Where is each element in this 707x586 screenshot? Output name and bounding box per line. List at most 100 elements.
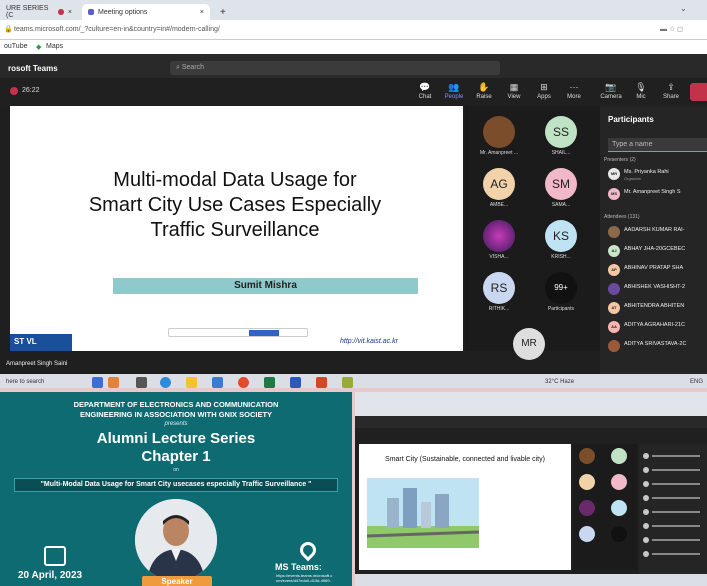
camera-button[interactable]: 📷 Camera: [597, 82, 625, 100]
folder-icon[interactable]: [186, 377, 197, 388]
presenters-section-label[interactable]: Presenters (2): [604, 157, 636, 163]
overflow-count: 99+: [545, 272, 577, 304]
word-icon[interactable]: [290, 377, 301, 388]
tab-lecture-series[interactable]: URE SERIES (C ×: [0, 4, 78, 20]
raise-hand-button[interactable]: ✋ Raise: [470, 82, 498, 100]
avatar: [483, 220, 515, 252]
teams-meeting-screenshot: URE SERIES (C × Meeting options × + ⌄ 🔒 …: [0, 0, 707, 388]
apps-button[interactable]: ⊞ Apps: [530, 82, 558, 100]
participant-name: ABHAY JHA-20GCEBEC: [624, 246, 686, 252]
windows-taskbar: [355, 574, 707, 586]
weather-widget[interactable]: 32°C Haze: [545, 379, 574, 385]
edge-icon[interactable]: [160, 377, 171, 388]
bookmark-youtube[interactable]: ouTube: [4, 43, 27, 50]
chapter-title: Chapter 1: [141, 448, 211, 465]
avatar: [611, 448, 627, 464]
participant-row[interactable]: MS Mr. Amanpreet Singh S: [604, 186, 707, 202]
mic-button[interactable]: 🎙 Mic: [627, 82, 655, 100]
avatar: [611, 526, 627, 542]
participant-row[interactable]: [643, 466, 703, 474]
shared-slide: Smart City (Sustainable, connected and l…: [359, 444, 571, 570]
tab-meeting-options[interactable]: Meeting options ×: [82, 4, 210, 20]
participant-row[interactable]: AP ABHINAV PRATAP SHA: [604, 262, 707, 278]
address-bar[interactable]: 🔒 teams.microsoft.com/_?culture=en-in&co…: [0, 20, 707, 40]
powerpoint-icon[interactable]: [316, 377, 327, 388]
participant-row[interactable]: [643, 536, 703, 544]
participant-tile[interactable]: KS KRISH...: [531, 214, 591, 264]
participant-row[interactable]: ABHISHEK VASHISHT-2: [604, 281, 707, 297]
participant-name: RITHIK...: [488, 306, 510, 312]
participant-tile[interactable]: Mr. Amanpreet ...: [469, 110, 529, 160]
bookmark-maps[interactable]: Maps: [46, 43, 63, 50]
department-heading: DEPARTMENT OF ELECTRONICS AND COMMUNICAT…: [0, 400, 352, 420]
slide-url: http://vit.kaist.ac.kr: [340, 338, 398, 345]
participant-row[interactable]: AJ ABHAY JHA-20GCEBEC: [604, 243, 707, 259]
participant-name: ABHINAV PRATAP SHA: [624, 265, 684, 271]
browser-chrome: [355, 392, 707, 416]
close-icon[interactable]: ×: [68, 9, 72, 16]
speaker-label: Speaker: [142, 576, 212, 586]
photo-icon[interactable]: [92, 377, 103, 388]
participants-label: Participants: [547, 306, 575, 312]
participant-video-grid: Mr. Amanpreet ... SS SHAIL... AG AMBE...…: [465, 106, 600, 351]
app-icon[interactable]: [108, 377, 119, 388]
participant-tile[interactable]: VISHA...: [469, 214, 529, 264]
people-button[interactable]: 👥 People: [440, 82, 468, 100]
participant-row[interactable]: ADITYA SRIVASTAVA-2C: [604, 338, 707, 354]
avatar: [643, 537, 649, 543]
view-label: View: [507, 94, 521, 100]
search-input[interactable]: ⌕ Search: [170, 61, 500, 75]
app-icon[interactable]: [342, 377, 353, 388]
participant-row[interactable]: AADARSH KUMAR RAI-: [604, 224, 707, 240]
attendees-section-label[interactable]: Attendees (131): [604, 214, 640, 220]
chevron-down-icon[interactable]: ⌄: [680, 4, 687, 13]
participant-row[interactable]: [643, 550, 703, 558]
participant-tile[interactable]: SS SHAIL...: [531, 110, 591, 160]
new-tab-button[interactable]: +: [214, 4, 232, 20]
avatar: [643, 551, 649, 557]
participant-row[interactable]: [643, 508, 703, 516]
task-view-icon[interactable]: [136, 377, 147, 388]
language-indicator[interactable]: ENG: [690, 379, 703, 385]
bookmarks-bar: ouTube ◆ Maps: [0, 40, 707, 54]
store-icon[interactable]: [212, 377, 223, 388]
participant-row[interactable]: [643, 522, 703, 530]
participant-row[interactable]: AA ADITYA AGRAHARI-21C: [604, 319, 707, 335]
participant-tile[interactable]: SM SAMA...: [531, 162, 591, 212]
participant-row[interactable]: MR Ms. Priyanka Rahi Organizer: [604, 166, 707, 182]
calendar-icon: [44, 546, 66, 566]
participant-tile[interactable]: AG AMBE...: [469, 162, 529, 212]
apps-icon: ⊞: [540, 82, 548, 92]
share-icon: ⇪: [667, 82, 675, 92]
participant-tile[interactable]: RS RITHIK...: [469, 266, 529, 316]
chat-button[interactable]: 💬 Chat: [411, 82, 439, 100]
close-icon[interactable]: ×: [200, 9, 204, 16]
more-button[interactable]: ⋯ More: [560, 82, 588, 100]
avatar: [608, 226, 620, 238]
slide-title: Smart City (Sustainable, connected and l…: [385, 456, 545, 463]
participant-row[interactable]: [643, 480, 703, 488]
extension-icons[interactable]: ▬ ☆ ◻: [660, 25, 683, 33]
participant-row[interactable]: [643, 494, 703, 502]
participant-row[interactable]: AT ABHITENDRA ABHITEN: [604, 300, 707, 316]
participant-name: ABHISHEK VASHISHT-2: [624, 284, 686, 290]
presenter-band: Sumit Mishra: [113, 278, 418, 294]
ms-teams-link[interactable]: https://events.teams.microsoft.c om/even…: [276, 573, 346, 583]
share-button[interactable]: ⇪ Share: [657, 82, 685, 100]
chat-label: Chat: [418, 94, 432, 100]
call-controls-bar: 26:22 💬 Chat 👥 People ✋ Raise ▦ View ⊞ Apps ⋯…: [0, 78, 707, 106]
avatar: [579, 526, 595, 542]
participant-search-input[interactable]: Type a name: [608, 138, 707, 152]
view-button[interactable]: ▦ View: [500, 82, 528, 100]
taskbar-search[interactable]: here to search: [6, 379, 44, 385]
avatar: [643, 467, 649, 473]
camera-label: Camera: [600, 94, 622, 100]
more-participants-tile[interactable]: 99+ Participants: [531, 266, 591, 316]
name-placeholder: [652, 525, 700, 527]
participant-row[interactable]: [643, 452, 703, 460]
participant-name: AMBE...: [489, 202, 509, 208]
leave-button[interactable]: [690, 83, 707, 101]
excel-icon[interactable]: [264, 377, 275, 388]
chrome-icon[interactable]: [238, 377, 249, 388]
windows-taskbar: here to search 32°C Haze ENG: [0, 374, 707, 388]
